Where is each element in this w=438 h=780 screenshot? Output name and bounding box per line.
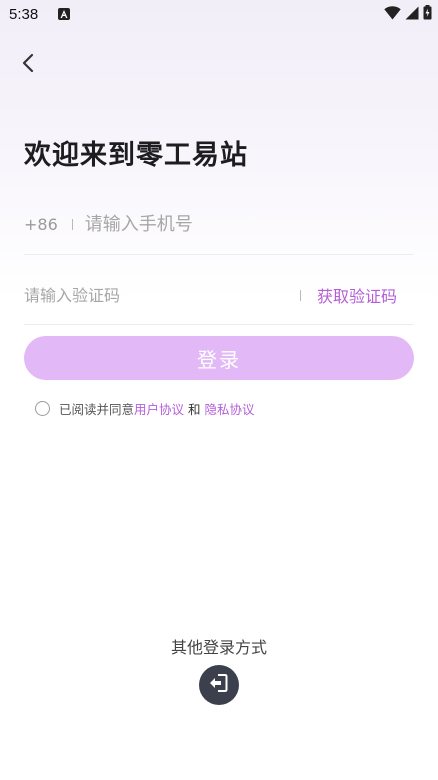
cellular-signal-icon bbox=[405, 5, 419, 24]
privacy-policy-link[interactable]: 隐私协议 bbox=[205, 399, 255, 418]
phone-input[interactable] bbox=[84, 214, 385, 235]
back-button[interactable] bbox=[18, 52, 40, 74]
status-icons bbox=[384, 4, 432, 24]
verification-code-input[interactable] bbox=[24, 285, 294, 305]
get-code-button[interactable]: 获取验证码 bbox=[317, 283, 397, 307]
status-time: 5:38 bbox=[9, 6, 39, 23]
page-title: 欢迎来到零工易站 bbox=[24, 140, 248, 171]
agreement-row: 已阅读并同意 用户协议 和 隐私协议 bbox=[35, 399, 255, 417]
battery-charging-icon bbox=[423, 4, 432, 24]
agreement-and-text: 和 bbox=[188, 401, 201, 417]
divider bbox=[71, 219, 73, 230]
other-login-label: 其他登录方式 bbox=[170, 638, 267, 657]
user-agreement-link[interactable]: 用户协议 bbox=[134, 399, 184, 418]
status-bar: 5:38 bbox=[0, 0, 438, 30]
divider bbox=[300, 289, 301, 301]
verification-field-row: 获取验证码 bbox=[24, 276, 414, 325]
logout-door-icon bbox=[208, 673, 230, 697]
chevron-left-icon bbox=[18, 53, 40, 78]
other-login-button[interactable] bbox=[199, 665, 239, 705]
notification-app-icon bbox=[58, 8, 70, 20]
agreement-checkbox[interactable] bbox=[35, 400, 50, 416]
wifi-icon bbox=[384, 5, 401, 24]
country-code[interactable]: +86 bbox=[24, 215, 58, 234]
login-button[interactable]: 登录 bbox=[24, 336, 414, 380]
phone-field-row: +86 bbox=[24, 205, 414, 255]
agreement-text: 已阅读并同意 bbox=[59, 401, 135, 417]
